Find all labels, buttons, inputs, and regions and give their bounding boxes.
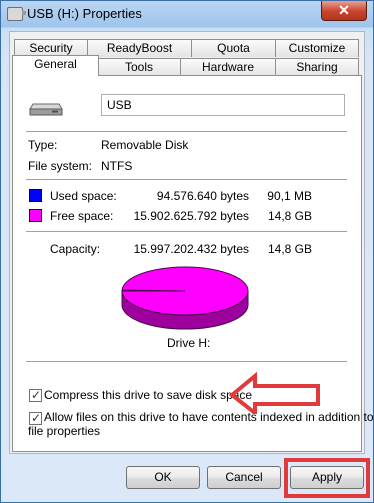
used-space-size: 90,1 MB xyxy=(267,189,312,203)
free-space-bytes: 15.902.625.792 bytes xyxy=(133,209,249,223)
disk-usage-pie-chart xyxy=(121,266,249,330)
tab-sharing[interactable]: Sharing xyxy=(275,58,359,76)
ok-button[interactable]: OK xyxy=(126,466,200,489)
tab-general[interactable]: General xyxy=(12,55,99,76)
file-system-label: File system: xyxy=(28,159,93,173)
free-space-swatch xyxy=(29,209,42,222)
close-button[interactable]: ✕ xyxy=(321,1,367,21)
type-label: Type: xyxy=(28,138,58,152)
title-bar[interactable]: USB (H:) Properties ✕ xyxy=(1,1,373,27)
tab-customize[interactable]: Customize xyxy=(275,39,359,57)
type-value: Removable Disk xyxy=(101,138,189,152)
cancel-button[interactable]: Cancel xyxy=(207,466,281,489)
free-space-label: Free space: xyxy=(50,209,114,223)
capacity-size: 14,8 GB xyxy=(267,242,312,256)
used-space-label: Used space: xyxy=(50,189,117,203)
file-system-value: NTFS xyxy=(101,159,133,173)
properties-window: USB (H:) Properties ✕ Security ReadyBoos… xyxy=(0,0,374,503)
usb-drive-icon xyxy=(7,7,26,21)
separator-capacity xyxy=(26,231,347,233)
compress-label[interactable]: Compress this drive to save disk space xyxy=(44,388,252,402)
used-space-swatch xyxy=(29,189,42,202)
tab-quota[interactable]: Quota xyxy=(191,39,276,57)
removable-drive-icon xyxy=(29,103,63,116)
drive-caption: Drive H: xyxy=(167,336,211,350)
capacity-label: Capacity: xyxy=(50,242,101,256)
annotation-arrow xyxy=(229,372,320,414)
apply-highlight-box xyxy=(284,458,370,498)
used-space-bytes: 94.576.640 bytes xyxy=(156,189,249,203)
index-label-line1[interactable]: Allow files on this drive to have conten… xyxy=(44,410,374,424)
drive-name-field[interactable] xyxy=(101,94,345,116)
tab-hardware[interactable]: Hardware xyxy=(180,58,276,76)
capacity-bytes: 15.997.202.432 bytes xyxy=(133,242,249,256)
free-space-size: 14,8 GB xyxy=(267,209,312,223)
window-title: USB (H:) Properties xyxy=(27,6,142,21)
tab-readyboost[interactable]: ReadyBoost xyxy=(87,39,192,57)
separator-middle xyxy=(26,179,347,181)
separator-bottom xyxy=(26,361,347,363)
separator-top xyxy=(26,131,347,133)
pie-slice-free-space xyxy=(121,266,249,316)
index-label-line2[interactable]: file properties xyxy=(28,424,100,438)
compress-checkbox[interactable] xyxy=(29,388,42,402)
tab-tools[interactable]: Tools xyxy=(97,58,181,76)
